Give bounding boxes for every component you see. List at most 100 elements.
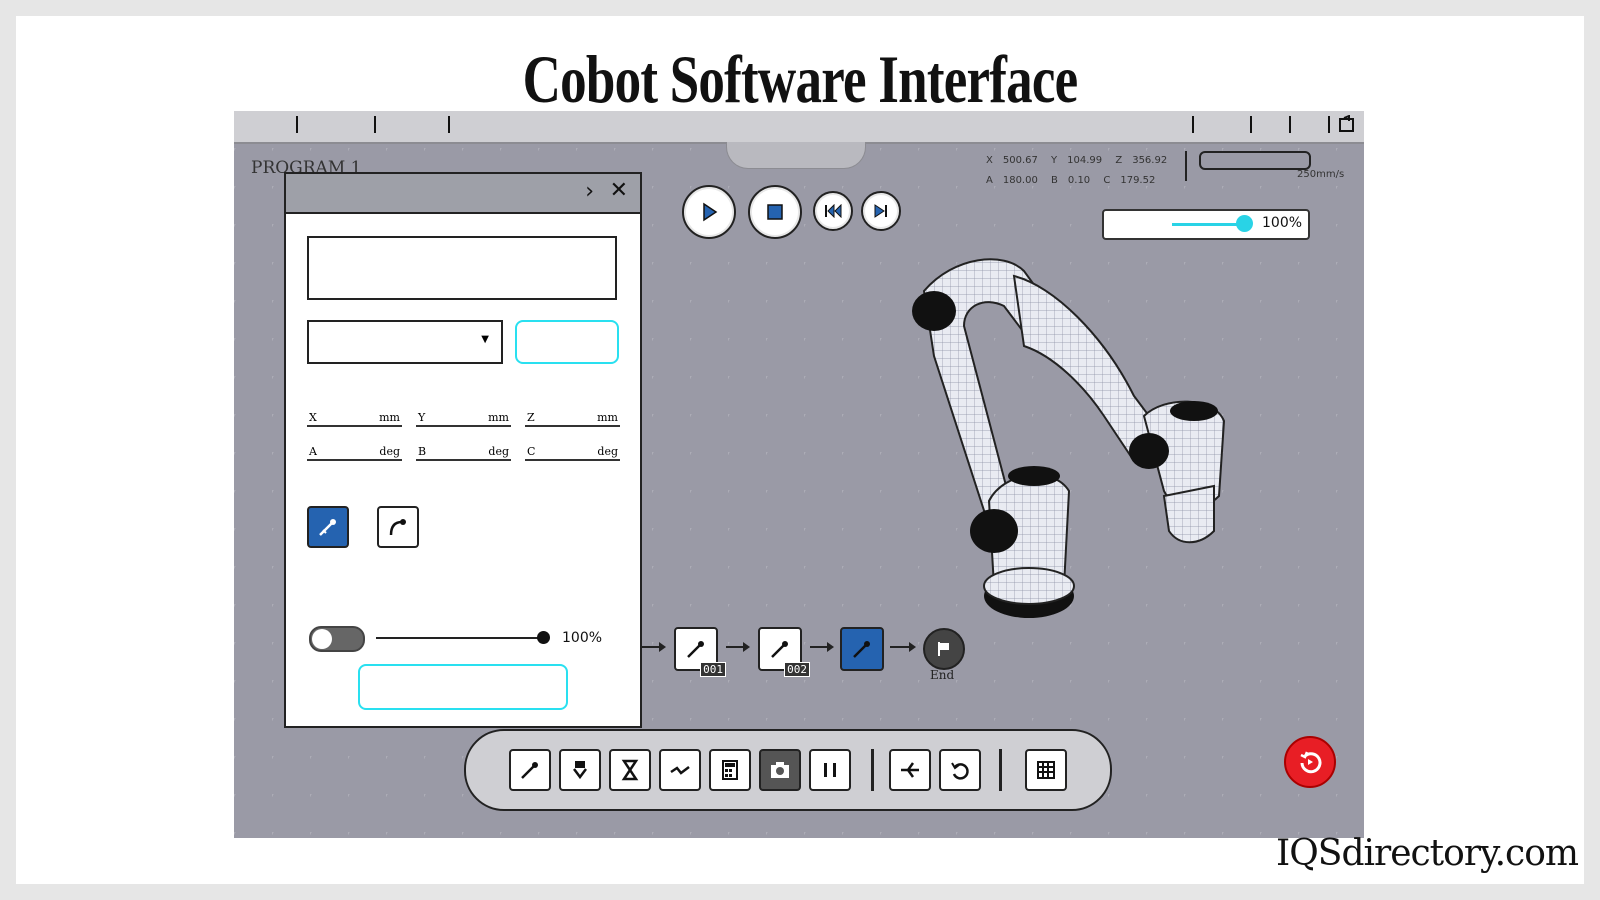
y-field[interactable]: Ymm <box>416 409 511 427</box>
stop-button[interactable] <box>748 185 802 239</box>
linear-move-icon <box>687 641 704 658</box>
toolbar-separator <box>296 116 298 133</box>
toolbar-separator <box>448 116 450 133</box>
override-track <box>1172 223 1244 226</box>
coord-a-label: A <box>986 175 993 186</box>
grid-icon <box>1037 761 1055 779</box>
readout-divider <box>1185 151 1187 181</box>
skip-back-button[interactable] <box>813 191 853 231</box>
waypoint-tool-button[interactable] <box>659 749 701 791</box>
flow-arrow <box>640 642 666 652</box>
branch-icon <box>901 762 919 778</box>
joint-move-button[interactable] <box>377 506 419 548</box>
play-button[interactable] <box>682 185 736 239</box>
loop-icon <box>951 762 969 780</box>
close-icon[interactable]: ✕ <box>610 178 628 203</box>
toggle-knob <box>312 629 332 649</box>
node-tag: 001 <box>700 662 726 677</box>
slider-percent: 100% <box>562 630 603 646</box>
y-unit: mm <box>488 411 509 424</box>
speed-override-slider[interactable]: 100% <box>1102 209 1310 240</box>
top-toolbar <box>234 111 1364 144</box>
coord-b-value: 0.10 <box>1067 175 1091 186</box>
slider-knob[interactable] <box>537 631 550 644</box>
cobot-screen: PROGRAM 1 X 500.67 Y 104.99 Z 356.92 A 180.0… <box>234 111 1364 838</box>
coord-c-value: 179.52 <box>1120 175 1156 186</box>
a-field[interactable]: Adeg <box>307 443 402 461</box>
toolbar-separator <box>1328 116 1330 133</box>
camera-icon <box>771 762 789 778</box>
brand-watermark: IQSdirectory.com <box>1276 833 1579 874</box>
waypoint-node-002[interactable]: 002 <box>758 627 810 677</box>
toggle-switch[interactable] <box>309 626 365 652</box>
skip-forward-icon <box>874 204 887 218</box>
b-label: B <box>418 445 427 458</box>
branch-tool-button[interactable] <box>889 749 931 791</box>
grid-tool-button[interactable] <box>1025 749 1067 791</box>
page-title: Cobot Software Interface <box>522 41 1079 117</box>
a-unit: deg <box>379 445 400 458</box>
end-label: End <box>930 668 955 682</box>
z-unit: mm <box>597 411 618 424</box>
skip-forward-button[interactable] <box>861 191 901 231</box>
node-tag: 002 <box>784 662 810 677</box>
waypoint-edit-panel: › ✕ ▼ Xmm Ymm Zmm Adeg Bdeg Cdeg 100% <box>284 172 642 728</box>
coord-x-label: X <box>986 155 993 166</box>
waypoint-node-active[interactable] <box>840 627 884 671</box>
emergency-stop-button[interactable] <box>1284 736 1336 788</box>
gripper-tool-button[interactable] <box>559 749 601 791</box>
dock-separator <box>999 749 1002 791</box>
linear-move-icon <box>319 519 336 536</box>
speed-slider[interactable] <box>376 631 550 644</box>
end-node[interactable] <box>923 628 965 670</box>
restart-icon <box>1300 751 1322 774</box>
z-field[interactable]: Zmm <box>525 409 620 427</box>
y-label: Y <box>418 411 426 424</box>
confirm-button[interactable] <box>358 664 568 710</box>
waypoint-node-001[interactable]: 001 <box>674 627 726 677</box>
pause-tool-button[interactable] <box>809 749 851 791</box>
move-tool-button[interactable] <box>509 749 551 791</box>
x-unit: mm <box>379 411 400 424</box>
wait-tool-button[interactable] <box>609 749 651 791</box>
z-label: Z <box>527 411 535 424</box>
speed-label: 250mm/s <box>1297 169 1345 180</box>
type-select[interactable]: ▼ <box>307 320 503 364</box>
gripper-icon <box>573 761 587 780</box>
coord-a-value: 180.00 <box>1002 175 1038 186</box>
top-pull-tab[interactable] <box>726 142 866 169</box>
pause-icon <box>824 763 836 777</box>
chevron-right-icon[interactable]: › <box>585 179 594 204</box>
camera-tool-button[interactable] <box>759 749 801 791</box>
command-dock <box>464 729 1112 811</box>
x-field[interactable]: Xmm <box>307 409 402 427</box>
coord-c-label: C <box>1103 175 1111 186</box>
c-field[interactable]: Cdeg <box>525 443 620 461</box>
calculator-icon <box>722 760 738 780</box>
coord-z-value: 356.92 <box>1132 155 1168 166</box>
teach-button[interactable] <box>515 320 619 364</box>
refresh-icon[interactable] <box>1338 115 1356 133</box>
name-input[interactable] <box>307 236 617 300</box>
b-field[interactable]: Bdeg <box>416 443 511 461</box>
linear-move-icon <box>771 641 788 658</box>
linear-move-icon <box>853 641 870 658</box>
linear-move-button[interactable] <box>307 506 349 548</box>
play-icon <box>703 202 718 222</box>
toolbar-separator <box>1289 116 1291 133</box>
stop-icon <box>767 204 783 220</box>
calculator-tool-button[interactable] <box>709 749 751 791</box>
robot-arm-model[interactable] <box>894 246 1274 646</box>
linear-move-icon <box>521 762 538 779</box>
override-knob[interactable] <box>1236 215 1253 232</box>
x-label: X <box>309 411 317 424</box>
toolbar-separator <box>1250 116 1252 133</box>
coord-y-value: 104.99 <box>1067 155 1103 166</box>
path-icon <box>670 766 690 775</box>
coord-y-label: Y <box>1051 155 1058 166</box>
b-unit: deg <box>488 445 509 458</box>
dropdown-arrow-icon: ▼ <box>481 334 489 345</box>
loop-tool-button[interactable] <box>939 749 981 791</box>
flow-arrow <box>726 642 750 652</box>
override-percent: 100% <box>1262 215 1303 231</box>
